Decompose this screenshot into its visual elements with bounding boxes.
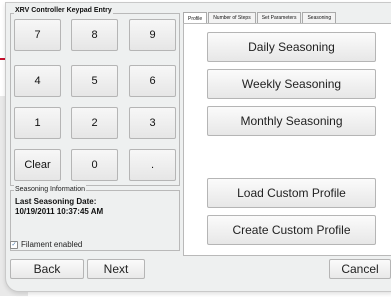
filament-label: Filament enabled bbox=[21, 240, 83, 249]
key-4[interactable]: 4 bbox=[14, 65, 61, 97]
key-9[interactable]: 9 bbox=[129, 19, 176, 51]
create-custom-profile-button[interactable]: Create Custom Profile bbox=[207, 215, 376, 245]
tab-set-parameters[interactable]: Set Parameters bbox=[256, 12, 302, 23]
controller-window: XRV Controller Keypad Entry 7 8 9 4 5 6 … bbox=[5, 2, 391, 292]
key-7[interactable]: 7 bbox=[14, 19, 61, 51]
tab-strip: Profile Number of Steps Set Parameters S… bbox=[183, 12, 337, 24]
key-clear[interactable]: Clear bbox=[14, 149, 61, 181]
key-1[interactable]: 1 bbox=[14, 107, 61, 139]
load-custom-profile-button[interactable]: Load Custom Profile bbox=[207, 178, 376, 208]
key-0[interactable]: 0 bbox=[71, 149, 118, 181]
cancel-button[interactable]: Cancel bbox=[329, 259, 391, 279]
filament-checkbox[interactable]: ✓ bbox=[10, 240, 18, 249]
last-seasoning-date: 10/19/2011 10:37:45 AM bbox=[15, 207, 104, 216]
profile-panel: Daily Seasoning Weekly Seasoning Monthly… bbox=[183, 23, 391, 256]
last-seasoning-label: Last Seasoning Date: bbox=[15, 197, 97, 206]
weekly-seasoning-button[interactable]: Weekly Seasoning bbox=[207, 69, 376, 99]
keypad-title: XRV Controller Keypad Entry bbox=[14, 6, 113, 16]
key-5[interactable]: 5 bbox=[71, 65, 118, 97]
key-2[interactable]: 2 bbox=[71, 107, 118, 139]
keypad-group: XRV Controller Keypad Entry 7 8 9 4 5 6 … bbox=[10, 6, 180, 186]
filament-toggle[interactable]: ✓ Filament enabled bbox=[10, 240, 82, 249]
monthly-seasoning-button[interactable]: Monthly Seasoning bbox=[207, 106, 376, 136]
tab-seasoning[interactable]: Seasoning bbox=[302, 12, 337, 23]
next-button[interactable]: Next bbox=[87, 259, 145, 279]
seasoning-info-title: Seasoning Information bbox=[14, 185, 87, 194]
key-8[interactable]: 8 bbox=[71, 19, 118, 51]
tab-number-of-steps[interactable]: Number of Steps bbox=[208, 12, 256, 23]
daily-seasoning-button[interactable]: Daily Seasoning bbox=[207, 32, 376, 62]
key-3[interactable]: 3 bbox=[129, 107, 176, 139]
key-6[interactable]: 6 bbox=[129, 65, 176, 97]
back-button[interactable]: Back bbox=[10, 259, 84, 279]
key-decimal[interactable]: . bbox=[129, 149, 176, 181]
